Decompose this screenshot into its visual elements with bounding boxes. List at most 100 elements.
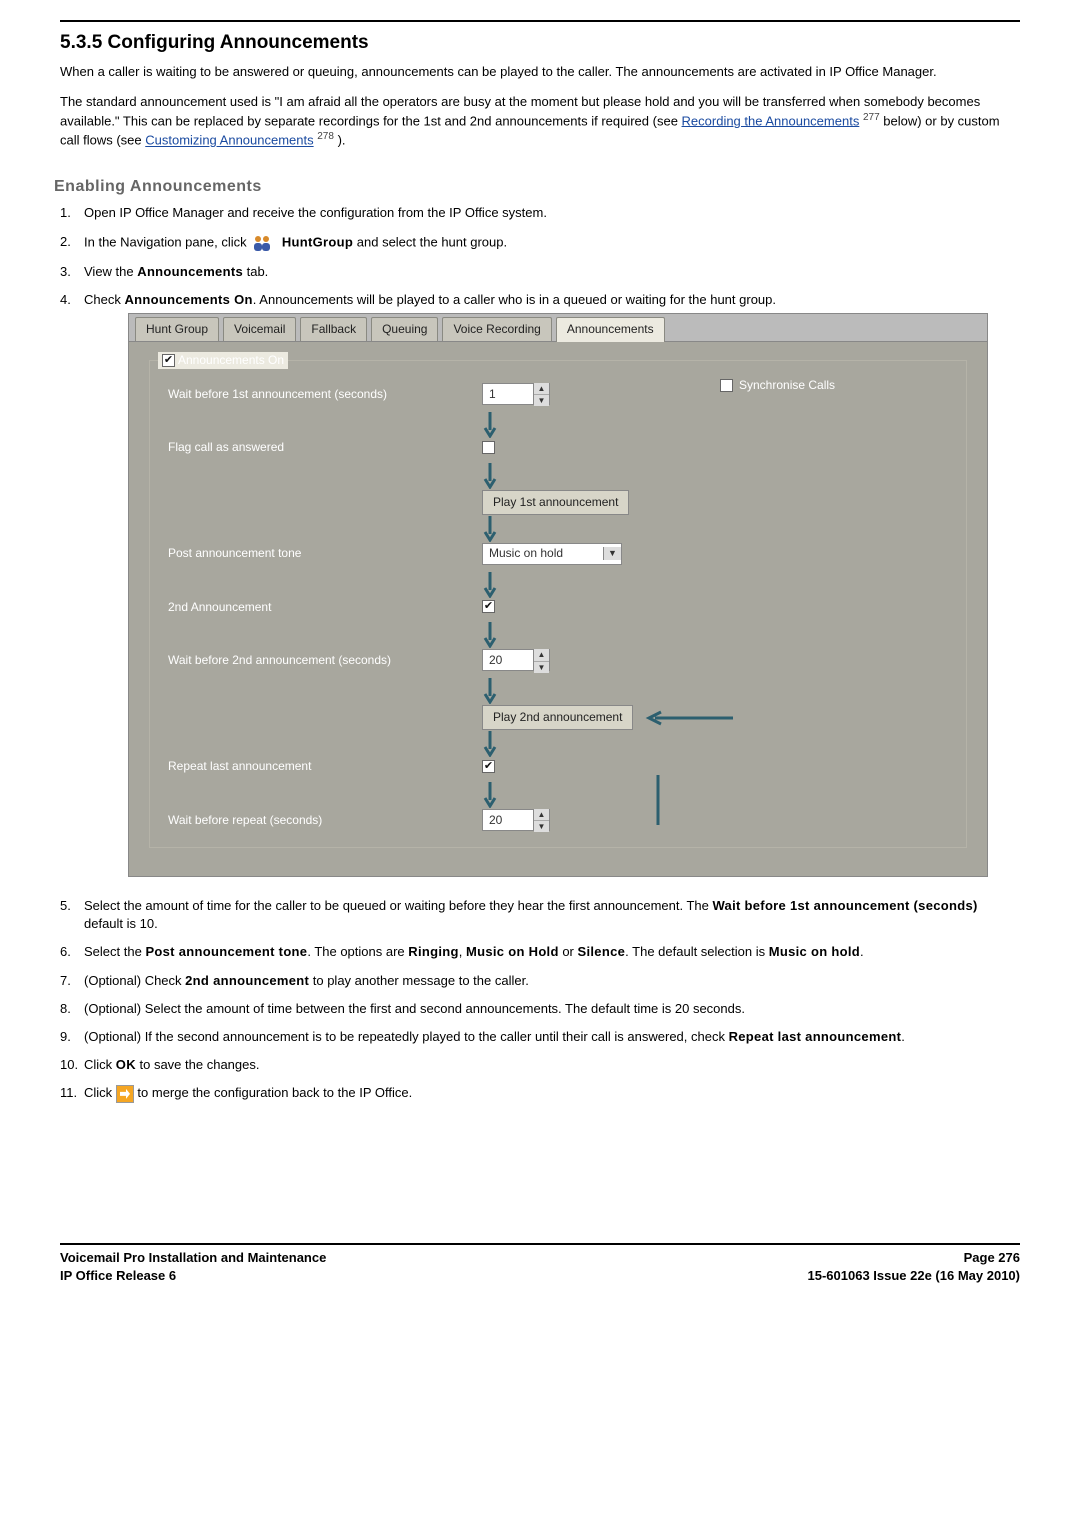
huntgroup-icon (252, 233, 274, 253)
link-recording-announcements[interactable]: Recording the Announcements (682, 113, 860, 128)
post-tone-label: Post announcement tone (168, 545, 468, 562)
step-6b: Post announcement tone (145, 944, 307, 959)
wait2-label: Wait before 2nd announcement (seconds) (168, 652, 468, 669)
step-6i: . The default selection is (625, 944, 769, 959)
post-tone-value: Music on hold (483, 545, 603, 562)
arrow-left-icon (643, 710, 733, 726)
section-number: 5.3.5 (60, 32, 102, 53)
wait2-spinner[interactable]: 20 ▲▼ (482, 649, 550, 671)
tabstrip: Hunt Group Voicemail Fallback Queuing Vo… (128, 313, 988, 341)
flag-answered-label: Flag call as answered (168, 439, 468, 456)
spin-down-icon[interactable]: ▼ (534, 662, 549, 673)
step-10: 10. Click OK to save the changes. (84, 1056, 1020, 1074)
synchronise-calls-label: Synchronise Calls (739, 377, 835, 394)
tab-voice-recording[interactable]: Voice Recording (442, 317, 551, 341)
step-11a: Click (84, 1085, 116, 1100)
footer-left-1: Voicemail Pro Installation and Maintenan… (60, 1249, 326, 1267)
step-2c: and select the hunt group. (357, 234, 507, 249)
step-3b: Announcements (137, 264, 243, 279)
play-1st-node: Play 1st announcement (482, 490, 629, 515)
wait2-value: 20 (483, 652, 533, 669)
ref-277: 277 (863, 112, 880, 123)
step-3a: View the (84, 264, 137, 279)
step-5: 5. Select the amount of time for the cal… (84, 897, 1020, 933)
link-customizing-announcements[interactable]: Customizing Announcements (145, 133, 313, 148)
wait1-label: Wait before 1st announcement (seconds) (168, 386, 468, 403)
step-7c: to play another message to the caller. (309, 973, 529, 988)
step-1: 1.Open IP Office Manager and receive the… (84, 204, 1020, 222)
step-4: 4. Check Announcements On. Announcements… (84, 291, 1020, 877)
intro-para-1: When a caller is waiting to be answered … (60, 63, 1020, 81)
step-3c: tab. (243, 264, 268, 279)
step-7b: 2nd announcement (185, 973, 309, 988)
arrow-down-icon (482, 621, 498, 649)
arrow-down-icon (482, 677, 498, 705)
intro-para-2: The standard announcement used is "I am … (60, 93, 1020, 150)
step-6a: Select the (84, 944, 145, 959)
step-5b: Wait before 1st announcement (seconds) (712, 898, 977, 913)
loop-line-icon (648, 775, 668, 825)
repeat-last-checkbox[interactable] (482, 760, 495, 773)
step-4c: . Announcements will be played to a call… (253, 292, 776, 307)
step-4b: Announcements On (124, 292, 252, 307)
section-heading: Configuring Announcements (108, 32, 369, 53)
step-11b: to merge the configuration back to the I… (137, 1085, 412, 1100)
wait1-spinner[interactable]: 1 ▲▼ (482, 383, 550, 405)
top-rule (60, 20, 1020, 22)
step-4a: Check (84, 292, 124, 307)
flag-answered-checkbox[interactable] (482, 441, 495, 454)
second-announcement-label: 2nd Announcement (168, 599, 468, 616)
post-tone-select[interactable]: Music on hold ▼ (482, 543, 622, 565)
footer-left-2: IP Office Release 6 (60, 1267, 326, 1285)
step-6c: . The options are (307, 944, 408, 959)
wait-repeat-spinner[interactable]: 20 ▲▼ (482, 809, 550, 831)
ref-278: 278 (317, 131, 334, 142)
step-9b: Repeat last announcement (729, 1029, 902, 1044)
step-8-text: (Optional) Select the amount of time bet… (84, 1001, 745, 1016)
repeat-last-label: Repeat last announcement (168, 758, 468, 775)
step-2-huntgroup: HuntGroup (282, 234, 353, 249)
page-footer: Voicemail Pro Installation and Maintenan… (60, 1243, 1020, 1285)
spin-down-icon[interactable]: ▼ (534, 821, 549, 832)
step-9a: (Optional) If the second announcement is… (84, 1029, 729, 1044)
step-7a: (Optional) Check (84, 973, 185, 988)
step-8: 8.(Optional) Select the amount of time b… (84, 1000, 1020, 1018)
step-10c: to save the changes. (136, 1057, 260, 1072)
arrow-down-icon (482, 515, 498, 543)
spin-up-icon[interactable]: ▲ (534, 809, 549, 821)
merge-icon (116, 1085, 134, 1103)
step-6e: , (459, 944, 466, 959)
subsection-title: Enabling Announcements (54, 176, 1020, 198)
arrow-down-icon (482, 730, 498, 758)
announcements-on-legend: Announcements On (158, 352, 288, 369)
section-title: 5.3.5 Configuring Announcements (60, 30, 1020, 57)
tab-hunt-group[interactable]: Hunt Group (135, 317, 219, 341)
synchronise-calls-checkbox[interactable] (720, 379, 733, 392)
tab-voicemail[interactable]: Voicemail (223, 317, 296, 341)
step-9c: . (901, 1029, 905, 1044)
second-announcement-checkbox[interactable] (482, 600, 495, 613)
step-6j: Music on hold (769, 944, 860, 959)
step-2: 2. In the Navigation pane, click HuntGro… (84, 233, 1020, 253)
announcements-on-checkbox[interactable] (162, 354, 175, 367)
wait-repeat-label: Wait before repeat (seconds) (168, 812, 468, 829)
tab-queuing[interactable]: Queuing (371, 317, 438, 341)
intro2-c: ). (338, 133, 346, 148)
step-5a: Select the amount of time for the caller… (84, 898, 712, 913)
step-6f: Music on Hold (466, 944, 559, 959)
arrow-down-icon (482, 571, 498, 599)
step-10b: OK (116, 1057, 136, 1072)
footer-right-2: 15-601063 Issue 22e (16 May 2010) (808, 1267, 1021, 1285)
step-6h: Silence (578, 944, 626, 959)
tab-fallback[interactable]: Fallback (300, 317, 367, 341)
step-6: 6. Select the Post announcement tone. Th… (84, 943, 1020, 961)
spin-down-icon[interactable]: ▼ (534, 395, 549, 406)
announcements-fieldset: Announcements On Wait before 1st announc… (149, 360, 967, 848)
spin-up-icon[interactable]: ▲ (534, 383, 549, 395)
step-2a: In the Navigation pane, click (84, 234, 250, 249)
footer-right-1: Page 276 (808, 1249, 1021, 1267)
step-9: 9. (Optional) If the second announcement… (84, 1028, 1020, 1046)
spin-up-icon[interactable]: ▲ (534, 649, 549, 661)
play-2nd-node: Play 2nd announcement (482, 705, 633, 730)
tab-announcements[interactable]: Announcements (556, 317, 665, 342)
